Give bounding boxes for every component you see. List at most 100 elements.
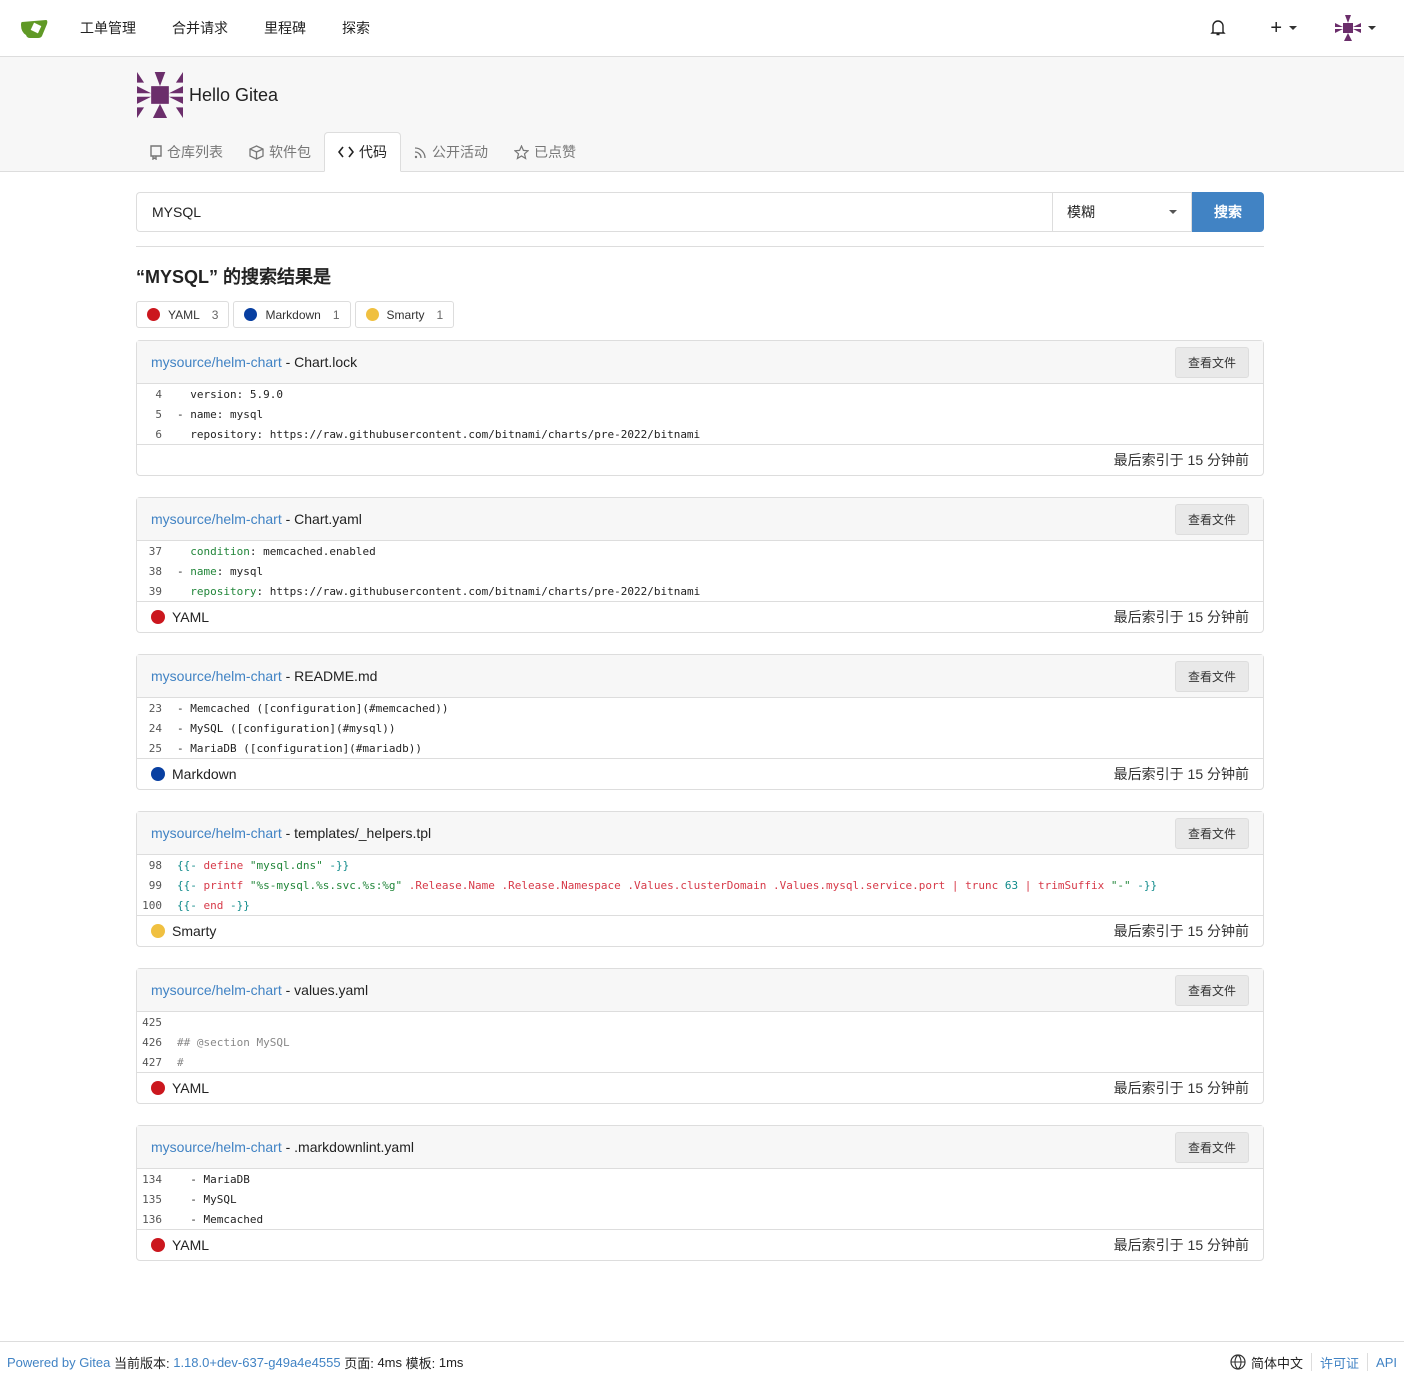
line-number[interactable]: 136 [137, 1213, 177, 1226]
file-name: templates/_helpers.tpl [294, 825, 432, 841]
line-number[interactable]: 98 [137, 859, 177, 872]
view-file-button[interactable]: 查看文件 [1174, 817, 1249, 849]
code-token: "%s-mysql.%s.svc.%s:%g" [249, 878, 403, 892]
view-file-button[interactable]: 查看文件 [1174, 503, 1249, 535]
line-number[interactable]: 25 [137, 742, 177, 755]
line-number[interactable]: 24 [137, 722, 177, 735]
license-link[interactable]: 许可证 [1320, 1353, 1359, 1372]
view-file-button[interactable]: 查看文件 [1174, 660, 1249, 692]
code-token: - MariaDB ([configuration](#mariadb)) [177, 741, 423, 755]
code-line: 6 repository: https://raw.githubusercont… [137, 424, 1263, 444]
tab-label: 仓库列表 [167, 144, 223, 160]
repo-link[interactable]: mysource/helm-chart [151, 354, 282, 370]
code-token: | trimSuffix [1018, 878, 1111, 892]
nav-issues[interactable]: 工单管理 [80, 18, 136, 38]
language-name: Smarty [172, 923, 217, 939]
code-line: 37 condition: memcached.enabled [137, 541, 1263, 561]
user-menu[interactable] [1335, 15, 1376, 41]
tab-public-activity[interactable]: 公开活动 [401, 132, 501, 172]
search-input[interactable]: MYSQL [136, 192, 1052, 232]
page-time: 4ms [377, 1354, 402, 1370]
title-separator: - [281, 825, 295, 841]
result-language: YAML [151, 1237, 209, 1253]
tab-code[interactable]: 代码 [324, 132, 401, 172]
repo-link[interactable]: mysource/helm-chart [151, 982, 282, 998]
search-button[interactable]: 搜索 [1192, 192, 1264, 232]
language-filter-smarty[interactable]: Smarty 1 [354, 301, 455, 328]
code-token: define [196, 858, 250, 872]
result-title: mysource/helm-chart - templates/_helpers… [151, 825, 431, 841]
view-file-button[interactable]: 查看文件 [1174, 974, 1249, 1006]
repo-link[interactable]: mysource/helm-chart [151, 825, 282, 841]
code-token: "-" [1110, 878, 1131, 892]
language-color-dot [151, 1081, 165, 1095]
api-link[interactable]: API [1376, 1355, 1397, 1370]
indexed-time: 最后索引于 15 分钟前 [1113, 1237, 1249, 1253]
language-color-dot [151, 924, 165, 938]
line-number[interactable]: 426 [137, 1036, 177, 1049]
code-token: .Release.Name .Release.Namespace .Values… [402, 878, 1005, 892]
fuzzy-select-value: 模糊 [1067, 204, 1095, 220]
language-filter-markdown[interactable]: Markdown 1 [233, 301, 351, 328]
view-file-button[interactable]: 查看文件 [1174, 346, 1249, 378]
code-token: "mysql.dns" [249, 858, 323, 872]
line-number[interactable]: 37 [137, 545, 177, 558]
language-count: 1 [436, 307, 444, 322]
code-line: 427 # [137, 1052, 1263, 1072]
line-number[interactable]: 427 [137, 1056, 177, 1069]
line-number[interactable]: 39 [137, 585, 177, 598]
repo-link[interactable]: mysource/helm-chart [151, 1139, 282, 1155]
line-number[interactable]: 135 [137, 1193, 177, 1206]
code-token: - MariaDB [177, 1172, 250, 1186]
line-number[interactable]: 5 [137, 408, 177, 421]
language-filter-yaml[interactable]: YAML 3 [136, 301, 230, 328]
tab-starred[interactable]: 已点赞 [501, 132, 589, 172]
view-file-button[interactable]: 查看文件 [1174, 1131, 1249, 1163]
bell-icon[interactable] [1210, 19, 1227, 37]
code-snippet: 425 426 ## @section MySQL 427 # [137, 1012, 1263, 1073]
line-number[interactable]: 4 [137, 388, 177, 401]
language-menu[interactable]: 简体中文 [1230, 1353, 1303, 1372]
code-token: -}} [322, 858, 350, 872]
result-header: mysource/helm-chart - Chart.lock 查看文件 [137, 341, 1263, 384]
repo-link[interactable]: mysource/helm-chart [151, 668, 282, 684]
line-number[interactable]: 425 [137, 1016, 177, 1029]
template-time-label: 模板: [405, 1355, 436, 1371]
code-token: : https://raw.githubusercontent.com/bitn… [256, 584, 701, 598]
line-number[interactable]: 23 [137, 702, 177, 715]
code-line: 98 {{- define "mysql.dns" -}} [137, 855, 1263, 875]
line-number[interactable]: 6 [137, 428, 177, 441]
code-token: -}} [1130, 878, 1158, 892]
result-footer: YAML 最后索引于 15 分钟前 [137, 1230, 1263, 1260]
line-number[interactable]: 99 [137, 879, 177, 892]
code-token: {{- [177, 858, 197, 872]
org-header: Hello Gitea 仓库列表 软件包 代码 公开活动 已点赞 [0, 57, 1404, 172]
line-number[interactable]: 134 [137, 1173, 177, 1186]
powered-by-link[interactable]: Powered by Gitea [7, 1355, 110, 1370]
page-time-label: 页面: [344, 1355, 374, 1371]
language-name: YAML [172, 1237, 210, 1253]
repo-link[interactable]: mysource/helm-chart [151, 511, 282, 527]
nav-explore[interactable]: 探索 [342, 18, 370, 38]
results-title: “MYSQL” 的搜索结果是 [136, 267, 332, 287]
version-link[interactable]: 1.18.0+dev-637-g49a4e4555 [173, 1355, 340, 1370]
line-number[interactable]: 100 [137, 899, 177, 912]
tab-repositories[interactable]: 仓库列表 [137, 132, 236, 172]
chevron-down-icon [1289, 26, 1297, 31]
gitea-logo-icon[interactable] [20, 16, 50, 40]
code-token: - name: mysql [177, 407, 264, 421]
language-name: YAML [168, 307, 200, 322]
fuzzy-select[interactable]: 模糊 [1052, 192, 1192, 232]
tab-packages[interactable]: 软件包 [236, 132, 324, 172]
create-menu[interactable]: + [1270, 17, 1297, 40]
result-language: YAML [151, 609, 209, 625]
line-number[interactable]: 38 [137, 565, 177, 578]
package-icon [249, 144, 264, 160]
result-footer: 最后索引于 15 分钟前 [137, 445, 1263, 475]
code-snippet: 4 version: 5.9.0 5- name: mysql 6 reposito… [137, 384, 1263, 445]
nav-pull-requests[interactable]: 合并请求 [172, 18, 228, 38]
nav-milestones[interactable]: 里程碑 [264, 18, 306, 38]
search-result: mysource/helm-chart - values.yaml 查看文件 425… [136, 968, 1264, 1104]
language-color-dot [151, 1238, 165, 1252]
language-color-dot [365, 308, 379, 321]
